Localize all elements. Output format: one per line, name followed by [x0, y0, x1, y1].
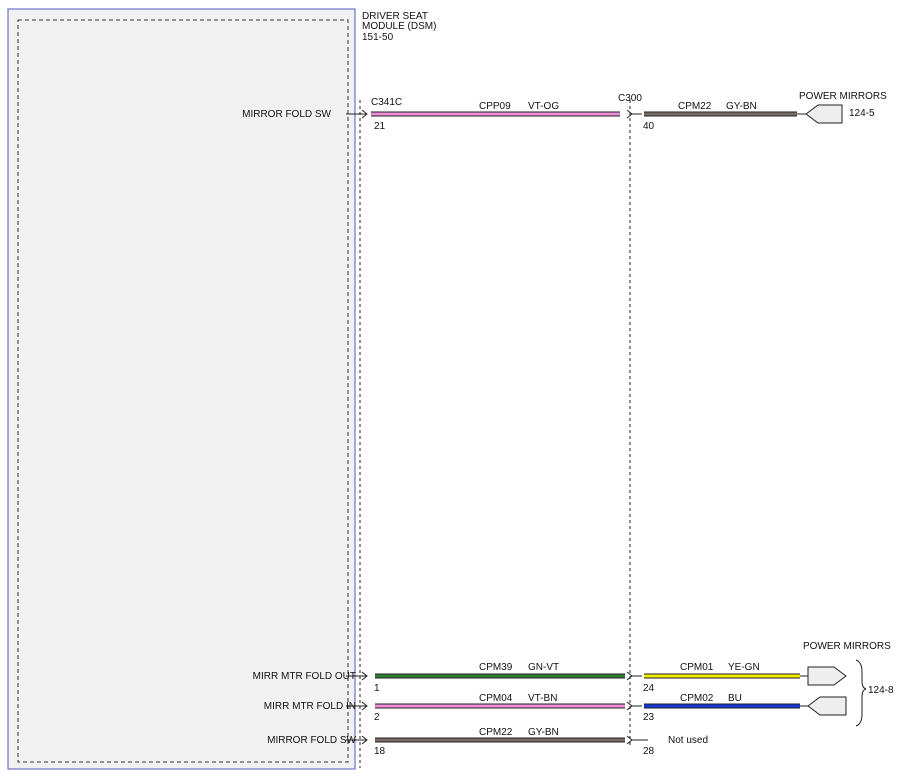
- pin-number-mid: 40: [643, 121, 655, 132]
- wire-color-code: GY-BN: [528, 727, 559, 738]
- circuit-code: CPM22: [678, 101, 712, 112]
- circuit-code: CPM39: [479, 662, 513, 673]
- power-mirrors-connector-top: [805, 104, 843, 124]
- wire-color-code: GY-BN: [726, 101, 757, 112]
- module-name-line2: MODULE (DSM): [362, 21, 437, 32]
- signal-label: MIRR MTR FOLD OUT: [252, 671, 356, 682]
- circuit-code: CPM04: [479, 693, 513, 704]
- pin-number-left: 1: [374, 683, 380, 694]
- signal-label: MIRR MTR FOLD IN: [263, 701, 356, 712]
- pin-number-mid: 23: [643, 712, 655, 723]
- connector-c341c-label: C341C: [371, 97, 403, 108]
- wire-color-code: YE-GN: [728, 662, 760, 673]
- signal-label: MIRROR FOLD SW: [242, 109, 331, 120]
- wire-color-code: VT-BN: [528, 693, 558, 704]
- pin-number-mid: 24: [643, 683, 655, 694]
- wire-color-code: GN-VT: [528, 662, 560, 673]
- power-mirrors-brace: [855, 659, 867, 727]
- pin-number-left: 18: [374, 746, 386, 757]
- power-mirrors-connector-out: [807, 666, 847, 686]
- circuit-row-3: [346, 696, 847, 716]
- connector-c300-label: C300: [618, 93, 642, 104]
- pin-number-left: 21: [374, 121, 386, 132]
- wire-color-code: BU: [728, 693, 742, 704]
- destination-top-name: POWER MIRRORS: [799, 91, 887, 102]
- wire-color-code: VT-OG: [528, 101, 560, 112]
- destination-top-ref: 124-5: [849, 108, 875, 119]
- pin-number-mid: 28: [643, 746, 655, 757]
- signal-label: MIRROR FOLD SW: [267, 735, 356, 746]
- circuit-code: CPM22: [479, 727, 513, 738]
- driver-seat-module-box: [7, 8, 356, 770]
- circuit-row-2: [346, 666, 847, 686]
- power-mirrors-connector-in: [807, 696, 847, 716]
- destination-bottom-name: POWER MIRRORS: [803, 641, 891, 652]
- pin-number-left: 2: [374, 712, 380, 723]
- module-ref: 151-50: [362, 32, 394, 43]
- circuit-code: CPP09: [479, 101, 511, 112]
- circuit-row-1: [346, 104, 843, 124]
- destination-bottom-ref: 124-8: [868, 685, 894, 696]
- circuit-code: CPM02: [680, 693, 714, 704]
- circuit-code: CPM01: [680, 662, 714, 673]
- not-used-note: Not used: [668, 735, 709, 746]
